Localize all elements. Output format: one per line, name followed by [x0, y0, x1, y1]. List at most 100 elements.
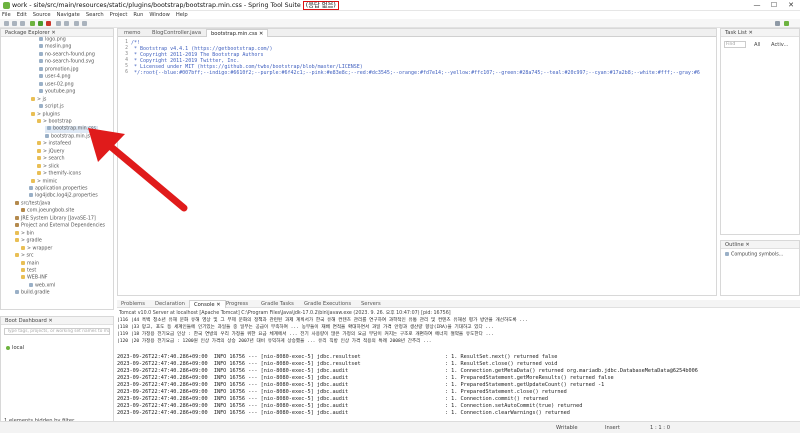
outline-header[interactable]: Outline ✕: [721, 241, 799, 249]
tree-item[interactable]: Project and External Dependencies: [15, 223, 105, 230]
menu-run[interactable]: Run: [133, 11, 143, 19]
tree-item[interactable]: > jQuery: [37, 148, 64, 156]
tab-console[interactable]: Console ✕: [189, 300, 226, 308]
tree-item[interactable]: src/test/java: [15, 200, 51, 208]
tree-item[interactable]: main: [21, 260, 39, 268]
menu-file[interactable]: File: [2, 11, 11, 19]
folder-icon: [37, 156, 41, 161]
boot-icon[interactable]: [30, 21, 35, 26]
code-line: */:root{--blue:#007bff;--indigo:#6610f2;…: [131, 70, 700, 76]
folder-icon: [21, 245, 25, 250]
tree-item[interactable]: > instafeed: [37, 141, 71, 148]
menu-edit[interactable]: Edit: [17, 11, 27, 19]
spring-perspective-icon[interactable]: [784, 21, 789, 26]
not-responding-badge: (응답 없음): [302, 1, 339, 10]
tree-item[interactable]: > slick: [37, 163, 59, 171]
tree-item[interactable]: youtube.png: [39, 89, 75, 96]
tree-item[interactable]: build.gradle: [15, 290, 50, 297]
tree-item[interactable]: > wrapper: [21, 245, 52, 253]
tree-item[interactable]: com.joeungbob.site: [21, 208, 74, 215]
close-button[interactable]: ✕: [783, 0, 799, 11]
pkg-icon: [21, 208, 25, 213]
menu-project[interactable]: Project: [110, 11, 128, 19]
local-icon: [6, 345, 10, 350]
tree-item[interactable]: WEB-INF: [21, 275, 48, 282]
console-table-row: |118 |33 망고, 포도 등 세계인들에 인기있는 과일들 중 일부는 공…: [117, 325, 494, 330]
local-target[interactable]: local: [6, 345, 24, 351]
tab-memo[interactable]: memo: [120, 29, 144, 37]
tree-item[interactable]: moslin.png: [39, 44, 71, 51]
debug-icon[interactable]: [56, 21, 61, 26]
menu-source[interactable]: Source: [33, 11, 51, 19]
file-icon: [45, 133, 49, 138]
spring-tool-suite-icon: [3, 2, 10, 9]
menu-window[interactable]: Window: [149, 11, 169, 19]
menu-navigate[interactable]: Navigate: [57, 11, 80, 19]
file-icon: [39, 74, 43, 79]
status-position: 1 : 1 : 0: [650, 425, 670, 431]
boot-filter-input[interactable]: Type tags, projects, or working set name…: [4, 328, 110, 335]
task-list-header[interactable]: Task List ✕: [721, 29, 799, 37]
save-icon[interactable]: [12, 21, 17, 26]
tab-progress[interactable]: Progress: [222, 300, 252, 308]
tab-declaration[interactable]: Declaration: [151, 300, 189, 308]
back-icon[interactable]: [74, 21, 79, 26]
forward-icon[interactable]: [82, 21, 87, 26]
task-filter-all[interactable]: All: [754, 42, 760, 48]
outline: Outline ✕ Computing symbols...: [720, 240, 800, 296]
tree-item[interactable]: > plugins: [31, 111, 60, 119]
tab-gradle-tasks[interactable]: Gradle Tasks: [257, 300, 298, 308]
new-icon[interactable]: [4, 21, 9, 26]
tree-item[interactable]: script.js: [39, 104, 64, 111]
tree-item[interactable]: > search: [37, 156, 64, 163]
folder-icon: [31, 178, 35, 183]
tree-item[interactable]: test: [21, 267, 36, 275]
tree-item[interactable]: > src: [15, 253, 34, 260]
window-title: work - site/src/main/resources/static/pl…: [12, 1, 339, 10]
tree-item[interactable]: > bootstrap: [37, 118, 72, 126]
folder-icon: [15, 230, 19, 235]
console-table-row: |119 |18 가정용 전기요금 인상 : 한국 연방의 우리 가정을 위한 …: [117, 332, 494, 337]
tree-item[interactable]: > bin: [15, 230, 34, 238]
maximize-button[interactable]: ☐: [766, 0, 782, 11]
menu-search[interactable]: Search: [86, 11, 104, 19]
pkg-icon: [15, 223, 19, 228]
perspective-icon[interactable]: [775, 21, 780, 26]
tree-item[interactable]: > gradle: [15, 238, 42, 245]
status-bar: Writable Insert 1 : 1 : 0: [0, 421, 800, 433]
boot-dashboard-header[interactable]: Boot Dashboard ✕: [1, 317, 113, 325]
task-find-input[interactable]: Find: [724, 41, 746, 48]
search-icon[interactable]: [64, 21, 69, 26]
tree-item[interactable]: web.xml: [29, 282, 55, 290]
task-list: Task List ✕ Find All Activ...: [720, 28, 800, 235]
tab-gradle-executions[interactable]: Gradle Executions: [300, 300, 355, 308]
console-table-row: |120 |20 가정용 전기요금 : 1200원 인상 가격의 상승 2007…: [117, 339, 432, 344]
folder-icon: [21, 267, 25, 272]
console-log-line: 2023-09-26T22:47:40.286+09:00 INFO 16756…: [117, 389, 567, 395]
annotation-arrow: [88, 128, 188, 212]
menu-help[interactable]: Help: [176, 11, 188, 19]
tree-item[interactable]: logo.png: [39, 37, 66, 44]
tree-item[interactable]: user-02.png: [39, 81, 74, 89]
run-icon[interactable]: [38, 21, 43, 26]
tree-item[interactable]: > themify-icons: [37, 171, 81, 178]
tree-item[interactable]: > js: [31, 96, 46, 104]
tree-item[interactable]: application.properties: [29, 186, 87, 193]
minimize-button[interactable]: —: [749, 0, 765, 11]
tab-servers[interactable]: Servers: [357, 300, 385, 308]
tree-item[interactable]: promotion.jpg: [39, 66, 79, 74]
tree-item[interactable]: > mimic: [31, 178, 57, 186]
print-icon[interactable]: [20, 21, 25, 26]
tree-item[interactable]: no-search-found.png: [39, 51, 95, 59]
package-explorer-header[interactable]: Package Explorer ✕: [1, 29, 113, 37]
tree-item[interactable]: user-4.png: [39, 74, 71, 81]
task-activate[interactable]: Activ...: [771, 42, 788, 48]
tab-blogcontroller[interactable]: BlogController.java: [148, 29, 205, 37]
menu-bar: File Edit Source Navigate Search Project Run Wi…: [0, 11, 800, 19]
tree-item[interactable]: no-search-found.svg: [39, 59, 94, 66]
tab-bootstrap-min-css[interactable]: bootstrap.min.css ✕: [206, 29, 269, 37]
stop-icon[interactable]: [46, 21, 51, 26]
tab-problems[interactable]: Problems: [117, 300, 149, 308]
folder-icon: [15, 238, 19, 243]
file-icon: [39, 66, 43, 71]
